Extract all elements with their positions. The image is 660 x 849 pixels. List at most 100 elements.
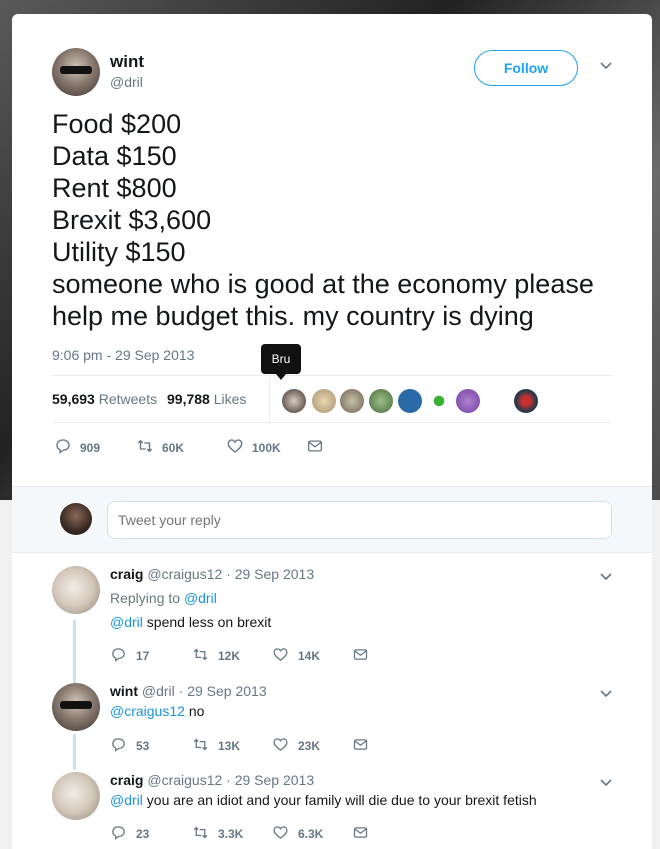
- retweet-count: 13K: [218, 739, 241, 753]
- tweet-stats: 59,693 Retweets 99,788 Likes: [52, 375, 612, 423]
- liker-avatar[interactable]: [427, 389, 451, 413]
- tweet-reply-input[interactable]: [107, 501, 612, 539]
- tweet-header: wint @dril Follow: [52, 48, 618, 98]
- retweet-count: 59,693: [52, 391, 95, 407]
- author-avatar[interactable]: [52, 48, 100, 96]
- tweet-modal: wint @dril Follow Food $200 Data $150 Re…: [12, 14, 652, 849]
- retweet-button[interactable]: 60K: [136, 437, 184, 458]
- reply-actions: 53 13K 23K: [110, 736, 410, 754]
- like-action-count: 100K: [252, 440, 281, 455]
- reply-composer: [12, 486, 652, 553]
- replying-to: Replying to @dril: [110, 590, 217, 606]
- reply-date[interactable]: · 29 Sep 2013: [179, 683, 267, 699]
- reply-author-handle[interactable]: @dril: [142, 683, 175, 699]
- reply-count: 17: [136, 649, 150, 663]
- reply-author-name[interactable]: wint: [110, 683, 138, 699]
- retweet-icon: [192, 824, 209, 844]
- liker-avatars: [269, 378, 639, 422]
- reply-author-avatar[interactable]: [52, 683, 100, 731]
- direct-message-button[interactable]: [352, 646, 369, 666]
- reply-header: wint @dril · 29 Sep 2013: [110, 683, 267, 699]
- replying-to-link[interactable]: @dril: [184, 590, 217, 606]
- retweet-count: 12K: [218, 649, 241, 663]
- retweet-button[interactable]: 3.3K: [192, 824, 243, 844]
- reply-author-handle[interactable]: @craigus12: [147, 566, 222, 582]
- chevron-down-icon[interactable]: [600, 774, 612, 792]
- reply-icon: [110, 736, 127, 756]
- direct-message-button[interactable]: [306, 437, 324, 458]
- reply-date[interactable]: · 29 Sep 2013: [226, 566, 314, 582]
- mail-icon: [352, 824, 369, 844]
- retweet-icon: [192, 736, 209, 756]
- liker-avatar[interactable]: [282, 389, 306, 413]
- like-button[interactable]: 100K: [226, 437, 281, 458]
- liker-avatar[interactable]: [456, 389, 480, 413]
- reply-author-name[interactable]: craig: [110, 566, 143, 582]
- retweet-button[interactable]: 12K: [192, 646, 240, 666]
- mention-link[interactable]: @dril: [110, 792, 143, 808]
- mention-link[interactable]: @dril: [110, 614, 143, 630]
- reply-button[interactable]: 23: [110, 824, 149, 844]
- heart-icon: [272, 824, 289, 844]
- like-count: 14K: [298, 649, 321, 663]
- reply-author-avatar[interactable]: [52, 566, 100, 614]
- like-button[interactable]: 6.3K: [272, 824, 323, 844]
- liker-avatar[interactable]: [398, 389, 422, 413]
- retweet-icon: [136, 437, 154, 458]
- reply-icon: [110, 646, 127, 666]
- reply-author-avatar[interactable]: [52, 772, 100, 820]
- like-stat[interactable]: 99,788 Likes: [167, 391, 246, 407]
- retweet-button[interactable]: 13K: [192, 736, 240, 756]
- thread-line: [73, 620, 76, 692]
- reply-text: @craigus12 no: [110, 703, 204, 719]
- chevron-down-icon[interactable]: [600, 685, 612, 703]
- tweet-line: Utility $150: [52, 237, 186, 267]
- liker-avatar[interactable]: [514, 389, 538, 413]
- like-stat-label: Likes: [213, 391, 247, 407]
- heart-icon: [226, 437, 244, 458]
- heart-icon: [272, 646, 289, 666]
- like-button[interactable]: 23K: [272, 736, 320, 756]
- reply-author-name[interactable]: craig: [110, 772, 143, 788]
- reply-icon: [54, 437, 72, 458]
- liker-tooltip: Bru: [261, 344, 301, 380]
- reply-icon: [110, 824, 127, 844]
- liker-avatar[interactable]: [312, 389, 336, 413]
- like-button[interactable]: 14K: [272, 646, 320, 666]
- like-count: 99,788: [167, 391, 210, 407]
- chevron-down-icon[interactable]: [600, 568, 612, 586]
- reply-header: craig @craigus12 · 29 Sep 2013: [110, 772, 314, 788]
- direct-message-button[interactable]: [352, 736, 369, 756]
- tweet-text: Food $200 Data $150 Rent $800 Brexit $3,…: [52, 108, 622, 332]
- reply-actions: 23 3.3K 6.3K: [110, 824, 410, 842]
- liker-avatar[interactable]: [340, 389, 364, 413]
- reply-button[interactable]: 909: [54, 437, 100, 458]
- tweet-line: someone who is good at the economy pleas…: [52, 269, 594, 299]
- mail-icon: [352, 736, 369, 756]
- tweet-line: Brexit $3,600: [52, 205, 212, 235]
- tweet-line: help me budget this. my country is dying: [52, 301, 534, 331]
- reply-author-handle[interactable]: @craigus12: [147, 772, 222, 788]
- author-name[interactable]: wint: [110, 52, 144, 72]
- reply-actions: 17 12K 14K: [110, 646, 410, 664]
- liker-avatar[interactable]: [369, 389, 393, 413]
- reply-button[interactable]: 17: [110, 646, 149, 666]
- tweet-timestamp[interactable]: 9:06 pm - 29 Sep 2013: [52, 347, 194, 363]
- current-user-avatar: [60, 503, 92, 535]
- tweet-line: Data $150: [52, 141, 177, 171]
- reply-count: 23: [136, 827, 150, 841]
- reply-body: spend less on brexit: [146, 614, 272, 630]
- tweet-line: Food $200: [52, 109, 182, 139]
- reply-date[interactable]: · 29 Sep 2013: [226, 772, 314, 788]
- direct-message-button[interactable]: [352, 824, 369, 844]
- author-handle[interactable]: @dril: [110, 74, 143, 90]
- retweet-stat[interactable]: 59,693 Retweets: [52, 391, 157, 407]
- retweet-action-count: 60K: [162, 440, 185, 455]
- reply-text: @dril spend less on brexit: [110, 614, 271, 630]
- mention-link[interactable]: @craigus12: [110, 703, 185, 719]
- heart-icon: [272, 736, 289, 756]
- follow-button[interactable]: Follow: [474, 50, 578, 86]
- reply-button[interactable]: 53: [110, 736, 149, 756]
- thread-line: [73, 734, 76, 770]
- chevron-down-icon[interactable]: [598, 58, 614, 74]
